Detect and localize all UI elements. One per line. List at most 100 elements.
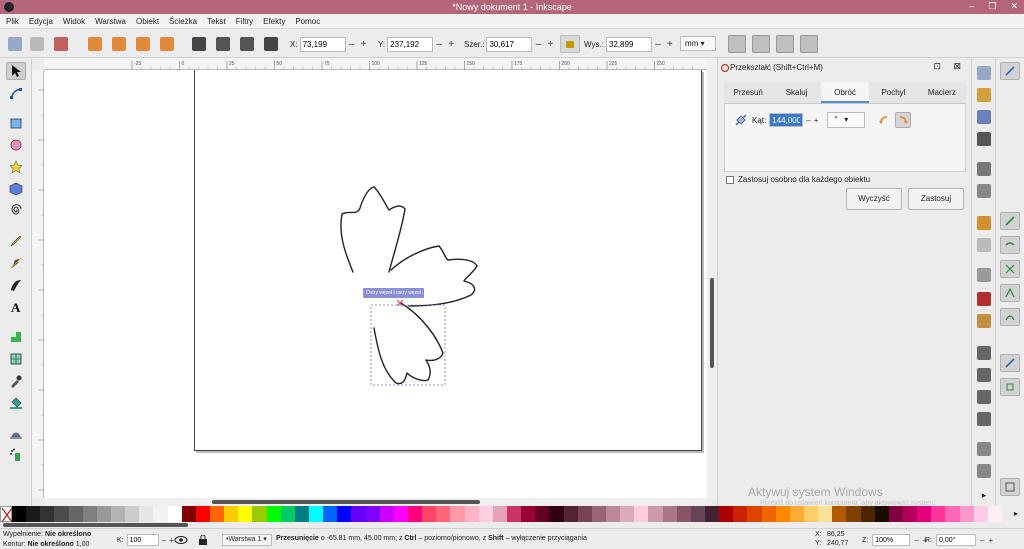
snap-bbox-edges-icon[interactable] [1000, 378, 1020, 396]
palette-swatch[interactable] [309, 506, 324, 522]
tab-scale[interactable]: Skaluj [772, 82, 820, 103]
palette-swatch[interactable] [238, 506, 253, 522]
spray-tool[interactable] [6, 446, 26, 464]
paste-icon[interactable] [977, 314, 991, 328]
palette-swatch[interactable] [577, 506, 593, 522]
tab-skew[interactable]: Pochyl [869, 82, 917, 103]
fill-indicator[interactable]: Wypełnienie: Nie określono [3, 531, 91, 538]
rotate-ccw-button[interactable] [876, 112, 892, 128]
palette-swatch[interactable] [224, 506, 239, 522]
palette-swatch[interactable] [478, 506, 494, 522]
save-icon[interactable] [977, 110, 991, 124]
eye-visibility-icon[interactable] [174, 535, 188, 545]
palette-swatch[interactable] [888, 506, 904, 522]
no-paint-swatch[interactable] [0, 506, 13, 523]
menu-view[interactable]: Widok [63, 17, 85, 26]
3d-box-tool[interactable] [6, 180, 26, 198]
palette-swatch[interactable] [153, 506, 169, 522]
palette-swatch[interactable] [818, 506, 833, 522]
drawing-canvas[interactable]: Ostry węzeł i ostry węzeł [44, 70, 707, 498]
transform-gradients-icon[interactable] [776, 35, 794, 53]
palette-swatch[interactable] [12, 506, 27, 522]
palette-swatch[interactable] [591, 506, 607, 522]
palette-swatch[interactable] [96, 506, 112, 522]
print-icon[interactable] [977, 132, 991, 146]
redo-icon[interactable] [977, 238, 991, 252]
lower-icon[interactable] [216, 37, 230, 51]
dock-icon[interactable]: ⊡ [933, 61, 941, 72]
scale-stroke-icon[interactable] [728, 35, 746, 53]
zoom-drawing-icon[interactable] [977, 368, 991, 382]
palette-swatch[interactable] [40, 506, 55, 522]
clone-icon[interactable] [977, 464, 991, 478]
palette-swatch[interactable] [266, 506, 282, 522]
menu-text[interactable]: Tekst [207, 17, 226, 26]
palette-swatch[interactable] [535, 506, 550, 522]
menu-object[interactable]: Obiekt [136, 17, 159, 26]
panel-close-icon[interactable]: ⊠ [953, 61, 961, 72]
y-decrement[interactable]: – [433, 39, 445, 50]
palette-swatch[interactable] [987, 506, 1003, 522]
palette-swatch[interactable] [747, 506, 763, 522]
undo-icon[interactable] [977, 216, 991, 230]
menu-file[interactable]: Plik [6, 17, 19, 26]
palette-swatch[interactable] [294, 506, 310, 522]
snap-path-intersection-icon[interactable] [1000, 260, 1020, 278]
palette-swatch[interactable] [903, 506, 918, 522]
palette-swatch[interactable] [648, 506, 664, 522]
flip-vertical-icon[interactable] [160, 37, 174, 51]
palette-swatch[interactable] [549, 506, 565, 522]
menu-extensions[interactable]: Efekty [263, 17, 285, 26]
clear-button[interactable]: Wyczyść [846, 188, 902, 210]
zoom-page-width-icon[interactable] [977, 412, 991, 426]
palette-swatch[interactable] [82, 506, 98, 522]
palette-swatch[interactable] [690, 506, 706, 522]
palette-swatch[interactable] [662, 506, 678, 522]
select-all-layers-icon[interactable] [30, 37, 44, 51]
unit-select[interactable]: mm ▾ [680, 36, 716, 51]
palette-swatch[interactable] [874, 506, 890, 522]
palette-swatch[interactable] [167, 506, 183, 522]
palette-swatch[interactable] [26, 506, 41, 522]
y-increment[interactable]: + [445, 39, 457, 50]
stroke-indicator[interactable]: Kontur: Nie określono 1,00 [3, 541, 89, 548]
horizontal-scrollbar[interactable] [44, 498, 707, 506]
angle-decrement[interactable]: – [806, 116, 810, 125]
palette-swatch[interactable] [973, 506, 989, 522]
palette-swatch[interactable] [917, 506, 932, 522]
lower-to-bottom-icon[interactable] [192, 37, 206, 51]
node-tool[interactable] [6, 84, 26, 102]
palette-swatch[interactable] [393, 506, 409, 522]
height-decrement[interactable]: – [652, 39, 664, 50]
palette-swatch[interactable] [436, 506, 451, 522]
palette-swatch[interactable] [620, 506, 635, 522]
opacity-input[interactable] [126, 534, 159, 546]
palette-swatch[interactable] [280, 506, 296, 522]
snap-smooth-nodes-icon[interactable] [1000, 308, 1020, 326]
copy-icon[interactable] [977, 268, 991, 282]
palette-swatch[interactable] [464, 506, 480, 522]
palette-swatch[interactable] [323, 506, 338, 522]
more-commands-icon[interactable]: ▸ [977, 488, 991, 502]
palette-swatch[interactable] [139, 506, 154, 522]
angle-increment[interactable]: + [814, 116, 819, 125]
zoom-decrement[interactable]: – [914, 536, 918, 545]
palette-swatch[interactable] [111, 506, 126, 522]
scale-corners-icon[interactable] [752, 35, 770, 53]
import-icon[interactable] [977, 162, 991, 176]
palette-swatch[interactable] [181, 506, 197, 522]
snap-paths-icon[interactable] [1000, 236, 1020, 254]
vertical-scrollbar[interactable] [707, 58, 717, 498]
calligraphy-tool[interactable] [6, 276, 26, 294]
close-button[interactable]: ✕ [1010, 1, 1018, 12]
menu-help[interactable]: Pomoc [295, 17, 320, 26]
zoom-selection-icon[interactable] [977, 346, 991, 360]
text-tool[interactable]: A [6, 298, 26, 316]
tab-matrix[interactable]: Macierz [918, 82, 966, 103]
palette-swatch[interactable] [931, 506, 946, 522]
palette-swatch[interactable] [195, 506, 211, 522]
tab-rotate[interactable]: Obróć [820, 82, 870, 103]
palette-menu-icon[interactable]: ▸ [1014, 509, 1018, 518]
height-increment[interactable]: + [664, 39, 676, 50]
vertical-scroll-thumb[interactable] [710, 278, 714, 368]
